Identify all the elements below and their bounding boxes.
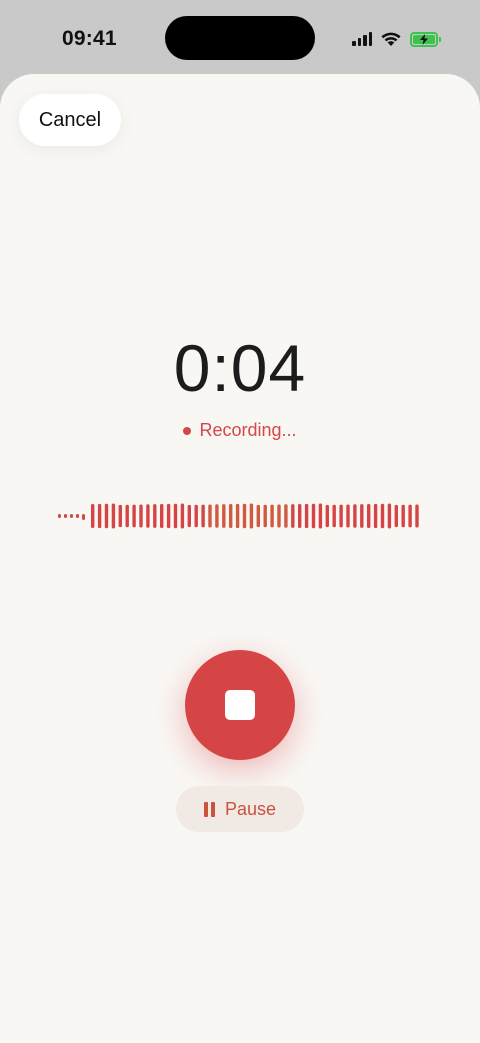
waveform-bar	[318, 503, 323, 529]
waveform-dot	[64, 514, 67, 518]
waveform-bar	[229, 504, 233, 528]
waveform-bar	[408, 504, 412, 528]
dynamic-island	[165, 16, 315, 60]
waveform-bar	[387, 503, 392, 529]
waveform-bar	[208, 504, 212, 528]
waveform-bar	[215, 504, 219, 528]
waveform-bar	[332, 504, 336, 528]
waveform-bar	[339, 504, 343, 528]
waveform-bar	[291, 504, 295, 528]
waveform-bar	[415, 504, 419, 528]
elapsed-timer: 0:04	[173, 331, 307, 405]
recording-dot-icon	[183, 426, 192, 435]
waveform-bar	[187, 504, 191, 528]
pause-button[interactable]: Pause	[176, 786, 304, 832]
wifi-icon	[381, 32, 401, 46]
waveform-bar	[311, 503, 316, 529]
waveform-bar	[373, 503, 378, 529]
waveform-bar	[201, 504, 205, 528]
waveform-bar	[104, 503, 109, 529]
waveform-dot	[82, 514, 85, 520]
waveform-bar	[118, 504, 122, 528]
waveform-bar	[360, 504, 364, 528]
waveform-bar	[132, 504, 136, 528]
waveform-bar	[346, 504, 350, 528]
waveform-bar	[298, 504, 302, 528]
status-bar: 09:41	[0, 0, 480, 74]
waveform-bar	[139, 504, 143, 528]
battery-charging-icon	[410, 31, 441, 47]
waveform-bar	[91, 504, 95, 528]
waveform-bar	[249, 503, 254, 529]
status-icons	[352, 30, 441, 48]
waveform-bar	[270, 504, 274, 528]
waveform-bar	[263, 504, 267, 528]
waveform-bar	[180, 503, 185, 529]
waveform-bar	[401, 504, 405, 528]
waveform-bar	[222, 504, 226, 528]
waveform-bar	[194, 504, 198, 528]
cellular-signal-icon	[352, 32, 372, 46]
waveform-dot	[58, 514, 61, 518]
waveform-bar	[146, 504, 150, 528]
waveform-bar	[160, 504, 164, 528]
waveform-dot	[76, 514, 79, 518]
waveform-bar	[304, 503, 309, 529]
pause-icon	[203, 801, 215, 817]
waveform-bar	[173, 503, 178, 529]
waveform-bar	[242, 503, 247, 529]
cancel-button[interactable]: Cancel	[19, 94, 121, 146]
waveform-bar	[235, 503, 240, 529]
waveform-bar	[277, 504, 281, 528]
waveform-bar	[353, 504, 357, 528]
waveform-bar	[111, 503, 116, 529]
waveform-bar	[325, 504, 329, 528]
stop-recording-button[interactable]	[185, 650, 295, 760]
pause-label: Pause	[224, 798, 277, 819]
status-time: 09:41	[62, 27, 117, 50]
waveform-bar	[166, 503, 171, 529]
waveform-bar	[380, 503, 385, 529]
waveform-bar	[284, 504, 288, 528]
recording-status-label: Recording...	[199, 420, 297, 440]
waveform-dot	[70, 514, 73, 518]
waveform-bar	[97, 503, 102, 529]
waveform-bar	[256, 504, 260, 528]
waveform-bar	[394, 504, 398, 528]
waveform-bar	[153, 504, 157, 528]
waveform-bar	[367, 504, 371, 528]
audio-waveform	[58, 503, 419, 529]
stop-icon	[225, 690, 255, 720]
recording-status: Recording...	[0, 420, 480, 441]
waveform-bar	[125, 504, 129, 528]
recording-sheet: Cancel 0:04 Recording... Pause	[0, 74, 480, 1043]
